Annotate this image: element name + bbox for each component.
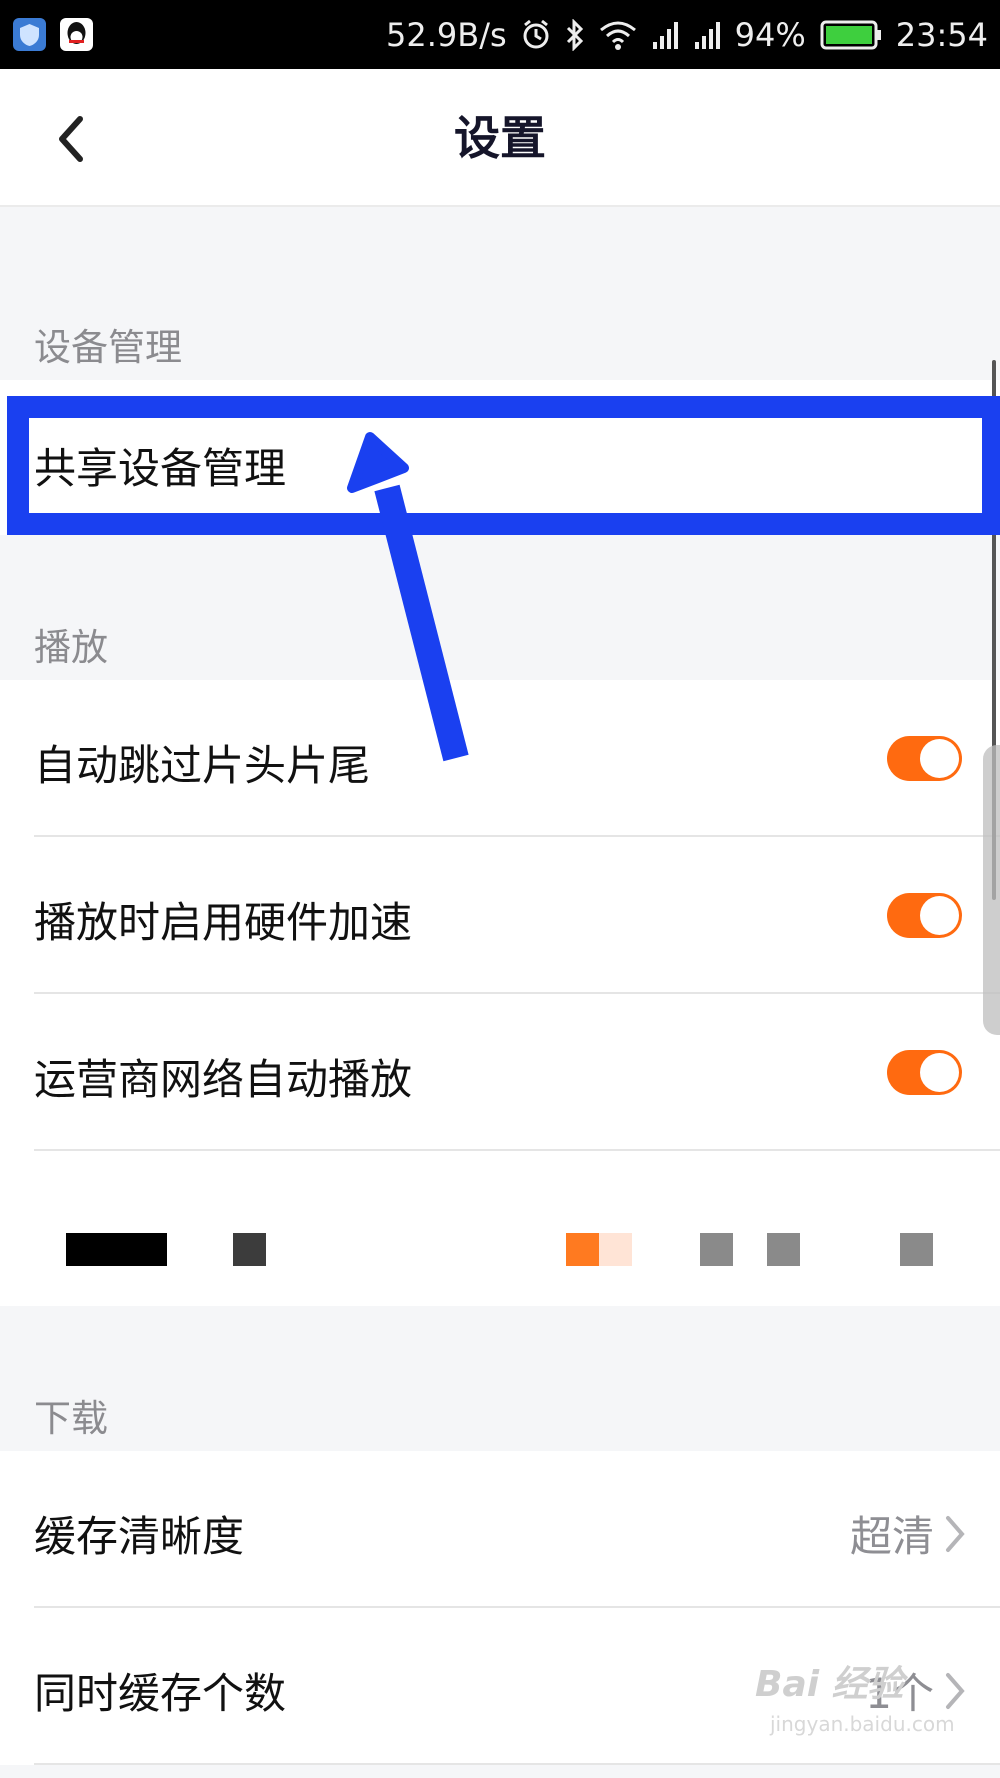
section-title-download: 下载 [34, 1397, 108, 1440]
status-bar: 52.9B/s 94% 23:54 [0, 0, 1000, 69]
section-title-playback: 播放 [34, 626, 108, 669]
cache-quality-label: 缓存清晰度 [34, 1512, 245, 1561]
cache-quality-row[interactable]: 缓存清晰度 超清 [0, 1451, 1000, 1608]
redacted-row [0, 1151, 1000, 1306]
mobile-autoplay-toggle[interactable] [887, 1050, 962, 1095]
chevron-right-icon [946, 1672, 965, 1709]
watermark-url: jingyan.baidu.com [770, 1712, 955, 1736]
alarm-icon [521, 19, 551, 51]
redacted-block [767, 1233, 800, 1266]
battery-icon [820, 20, 882, 50]
hw-accel-label: 播放时启用硬件加速 [34, 898, 413, 947]
wifi-icon [599, 20, 637, 50]
skip-intro-toggle[interactable] [887, 736, 962, 781]
concurrent-cache-label: 同时缓存个数 [34, 1669, 287, 1718]
edge-handle[interactable] [983, 745, 1000, 1035]
section-title-device: 设备管理 [34, 326, 182, 369]
status-indicators: 52.9B/s 94% 23:54 [386, 0, 988, 69]
cache-quality-value: 超清 [849, 1512, 934, 1561]
qq-app-icon [60, 18, 93, 51]
redacted-block [566, 1233, 599, 1266]
watermark-logo: Bai 经验 [755, 1664, 904, 1705]
skip-intro-label: 自动跳过片头片尾 [34, 741, 371, 790]
toggle-knob [920, 1053, 959, 1092]
signal-icon [693, 20, 721, 50]
redacted-block [700, 1233, 733, 1266]
mobile-autoplay-label: 运营商网络自动播放 [34, 1055, 413, 1104]
page-title: 设置 [454, 111, 546, 165]
annotation-highlight-box [7, 396, 1000, 535]
clock: 23:54 [895, 15, 988, 54]
redacted-block [599, 1233, 632, 1266]
toggle-row-hw-accel[interactable]: 播放时启用硬件加速 [0, 837, 1000, 994]
battery-percent: 94% [734, 15, 806, 54]
shield-app-icon [13, 18, 46, 51]
bluetooth-icon [565, 18, 585, 51]
signal-icon [651, 20, 679, 50]
divider [34, 1763, 1000, 1765]
toggle-row-skip-intro[interactable]: 自动跳过片头片尾 [0, 680, 1000, 837]
header-bar: 设置 [0, 69, 1000, 207]
chevron-right-icon [946, 1515, 965, 1552]
net-speed: 52.9B/s [386, 15, 507, 54]
toggle-knob [920, 896, 959, 935]
redacted-block [66, 1233, 167, 1266]
toggle-knob [920, 739, 959, 778]
redacted-block [900, 1233, 933, 1266]
hw-accel-toggle[interactable] [887, 893, 962, 938]
toggle-row-mobile-autoplay[interactable]: 运营商网络自动播放 [0, 994, 1000, 1151]
redacted-block [233, 1233, 266, 1266]
